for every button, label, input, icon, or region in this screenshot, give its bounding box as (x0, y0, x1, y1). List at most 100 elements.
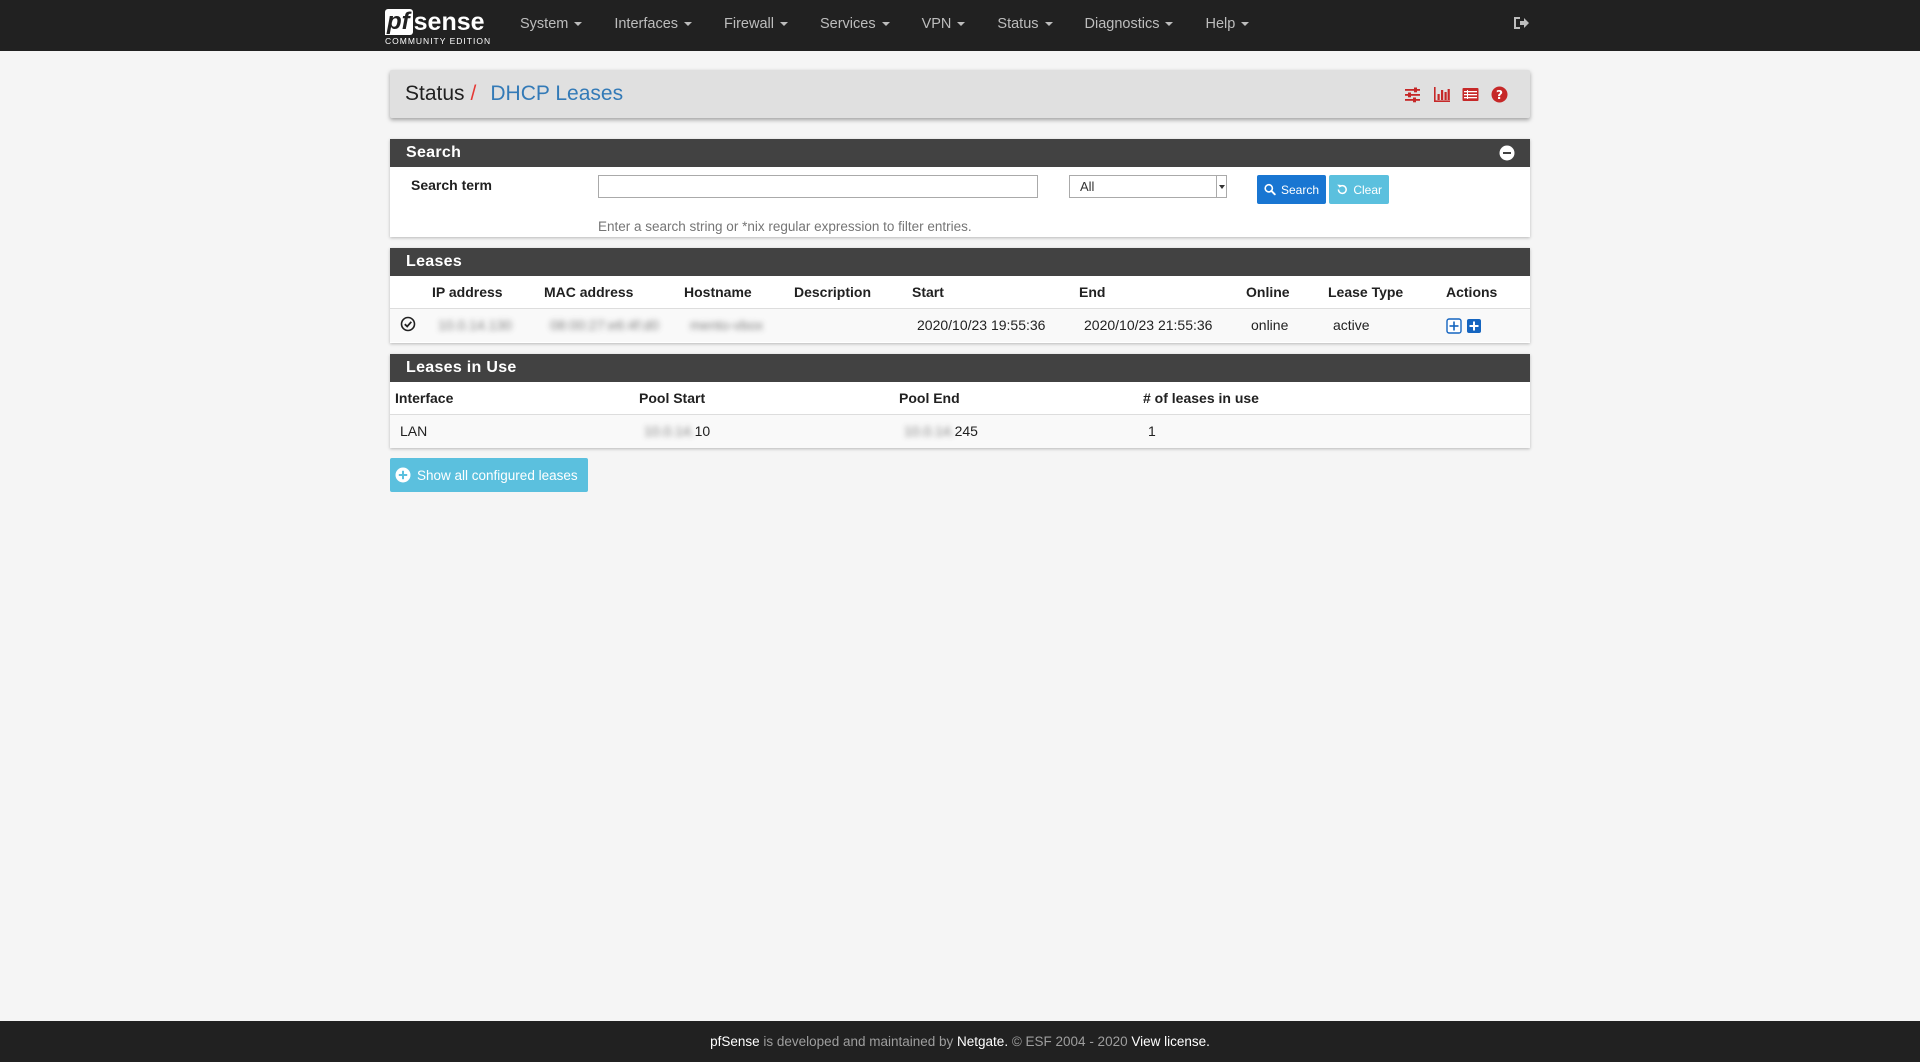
breadcrumb-separator: / (470, 82, 477, 105)
leases-in-use-table: Interface Pool Start Pool End # of lease… (390, 382, 1530, 448)
caret-down-icon (881, 22, 890, 27)
column-end[interactable]: End (1079, 276, 1246, 309)
lease-hostname-value: mento-vbox (690, 317, 764, 334)
menu-label: System (520, 16, 569, 32)
bar-chart-icon[interactable] (1433, 86, 1450, 103)
menu-label: VPN (921, 16, 952, 32)
svg-text:?: ? (1496, 88, 1503, 102)
panel-title: Leases (406, 253, 463, 270)
search-button-label: Search (1280, 182, 1319, 197)
column-mac-address[interactable]: MAC address (544, 276, 684, 309)
pfsense-logo[interactable]: pf sense COMMUNITY EDITION (385, 5, 493, 47)
column-start[interactable]: Start (912, 276, 1079, 309)
pool-lease-count: 1 (1138, 414, 1530, 448)
netgate-link[interactable]: Netgate. (957, 1034, 1008, 1049)
caret-down-icon (1165, 22, 1174, 27)
column-leases-count[interactable]: # of leases in use (1138, 382, 1530, 415)
check-circle-icon (400, 316, 416, 332)
menu-label: Services (819, 16, 876, 32)
column-interface[interactable]: Interface (390, 382, 634, 415)
sign-out-icon[interactable] (1512, 14, 1530, 32)
menu-firewall[interactable]: Firewall (708, 0, 804, 51)
menu-diagnostics[interactable]: Diagnostics (1069, 0, 1190, 51)
chevron-down-icon (1216, 176, 1226, 197)
table-header-row: Interface Pool Start Pool End # of lease… (390, 382, 1530, 415)
column-actions: Actions (1446, 276, 1530, 309)
caret-down-icon (684, 22, 693, 27)
lease-end: 2020/10/23 21:55:36 (1079, 308, 1246, 342)
lease-description (794, 308, 912, 342)
search-term-label: Search term (411, 177, 492, 193)
search-button[interactable]: Search (1257, 175, 1326, 204)
lease-actions (1446, 308, 1530, 342)
help-icon[interactable]: ? (1491, 86, 1508, 103)
menu-vpn[interactable]: VPN (906, 0, 982, 51)
lease-type: active (1328, 308, 1446, 342)
table-row: 10.0.14.130 08:00:27:e6:4f:d0 mento-vbox… (390, 308, 1530, 342)
column-description[interactable]: Description (794, 276, 912, 309)
search-help-text: Enter a search string or *nix regular ex… (598, 219, 972, 234)
caret-down-icon (1241, 22, 1250, 27)
caret-down-icon (1044, 22, 1053, 27)
search-filter-select[interactable]: All (1069, 175, 1227, 198)
menu-help[interactable]: Help (1189, 0, 1265, 51)
lease-mac: 08:00:27:e6:4f:d0 (544, 308, 684, 342)
menu-label: Firewall (724, 16, 774, 32)
footer-text: is developed and maintained by (759, 1034, 958, 1049)
pool-end-prefix: 10.0.14. (904, 423, 955, 440)
top-navbar: pf sense COMMUNITY EDITION System Interfa… (0, 0, 1920, 51)
add-wol-mapping-icon[interactable] (1466, 318, 1482, 334)
minus-circle-icon[interactable] (1499, 145, 1515, 161)
menu-services[interactable]: Services (804, 0, 906, 51)
column-hostname[interactable]: Hostname (684, 276, 794, 309)
view-license-link[interactable]: View license. (1131, 1034, 1210, 1049)
select-value: All (1080, 179, 1095, 194)
leases-panel-heading: Leases (390, 248, 1530, 276)
search-panel-heading: Search (390, 139, 1530, 167)
menu-system[interactable]: System (504, 0, 598, 51)
logo-wordmark: pf sense (385, 5, 493, 35)
panel-title: Search (406, 144, 462, 161)
footer-brand: pfSense (710, 1034, 760, 1049)
log-list-icon[interactable] (1462, 86, 1479, 103)
show-all-leases-button[interactable]: Show all configured leases (390, 458, 588, 492)
lease-ip: 10.0.14.130 (432, 308, 544, 342)
caret-down-icon (574, 22, 583, 27)
leases-in-use-heading: Leases in Use (390, 354, 1530, 382)
menu-label: Help (1205, 16, 1236, 32)
pool-interface: LAN (390, 414, 634, 448)
add-static-mapping-icon[interactable] (1446, 318, 1462, 334)
clear-button[interactable]: Clear (1329, 175, 1389, 204)
leases-in-use-panel: Leases in Use Interface Pool Start Pool … (390, 354, 1530, 448)
clear-button-label: Clear (1353, 182, 1382, 197)
column-lease-type[interactable]: Lease Type (1328, 276, 1446, 309)
pool-start-suffix: 10 (694, 423, 711, 440)
caret-down-icon (779, 22, 788, 27)
breadcrumb: Status / DHCP Leases (405, 82, 623, 106)
lease-ip-value: 10.0.14.130 (438, 317, 512, 334)
status-cell (390, 308, 432, 342)
menu-status[interactable]: Status (981, 0, 1068, 51)
main-menu: System Interfaces Firewall Services VPN … (504, 0, 1265, 51)
table-header-row: IP address MAC address Hostname Descript… (390, 276, 1530, 309)
menu-interfaces[interactable]: Interfaces (598, 0, 708, 51)
logo-edition: COMMUNITY EDITION (385, 36, 492, 46)
logo-sense: sense (413, 8, 485, 36)
show-all-leases-label: Show all configured leases (417, 467, 578, 483)
footer: pfSense is developed and maintained by N… (0, 1021, 1920, 1062)
column-pool-end[interactable]: Pool End (894, 382, 1138, 415)
page-title[interactable]: DHCP Leases (490, 82, 623, 105)
column-online[interactable]: Online (1246, 276, 1328, 309)
table-row: LAN 10.0.14.10 10.0.14.245 1 (390, 414, 1530, 448)
plus-circle-icon (395, 467, 411, 483)
search-input[interactable] (598, 175, 1038, 198)
pool-start-prefix: 10.0.14. (644, 423, 695, 440)
breadcrumb-status[interactable]: Status (405, 82, 465, 105)
lease-start: 2020/10/23 19:55:36 (912, 308, 1079, 342)
menu-label: Diagnostics (1084, 16, 1160, 32)
sliders-icon[interactable] (1404, 86, 1421, 103)
header-shortcuts: ? (1404, 86, 1508, 103)
column-ip-address[interactable]: IP address (432, 276, 544, 309)
column-pool-start[interactable]: Pool Start (634, 382, 894, 415)
undo-icon (1337, 184, 1347, 195)
